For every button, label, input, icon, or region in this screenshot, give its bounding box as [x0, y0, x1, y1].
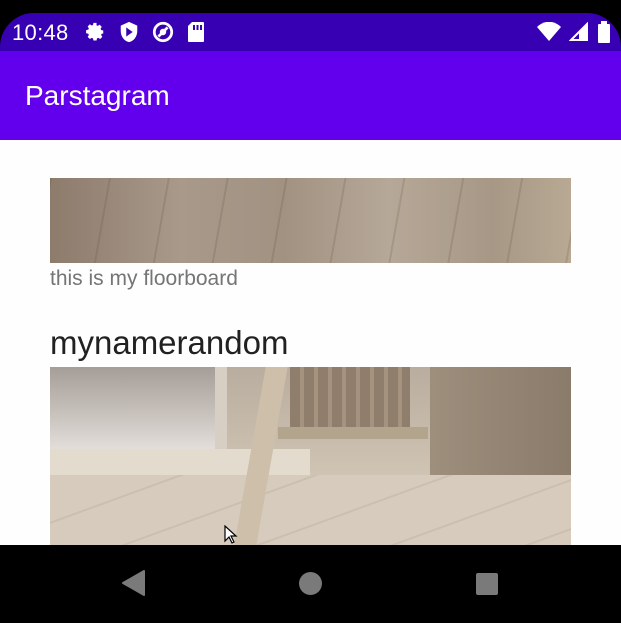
image-floor: [50, 475, 571, 545]
image-shelf: [278, 427, 428, 439]
app-title: Parstagram: [25, 80, 170, 111]
status-icons-left: [84, 21, 205, 48]
post-caption: this is my floorboard: [50, 267, 238, 290]
image-books: [290, 367, 410, 427]
wifi-icon: [537, 21, 561, 47]
status-bar: 10:48: [0, 13, 621, 51]
shield-play-icon: [119, 21, 139, 48]
post-username: mynamerandom: [50, 324, 289, 361]
post-image-floorboard[interactable]: [50, 178, 571, 263]
back-icon[interactable]: [120, 569, 146, 602]
status-time: 10:48: [12, 20, 69, 45]
post-image-room[interactable]: [50, 367, 571, 545]
sd-card-icon: [187, 21, 205, 48]
app-bar: Parstagram: [0, 51, 621, 140]
home-icon[interactable]: [298, 571, 323, 601]
navigation-bar: [0, 545, 621, 623]
phone-screen: 10:48 Parstagram this is my floorboard m…: [0, 0, 621, 623]
image-window: [50, 367, 227, 457]
status-icons-right: [537, 21, 611, 48]
signal-icon: [568, 21, 589, 47]
battery-icon: [597, 21, 611, 48]
feed-list[interactable]: this is my floorboard mynamerandom: [0, 140, 621, 545]
at-sign-icon: [152, 21, 174, 48]
recents-icon[interactable]: [475, 572, 499, 601]
settings-icon: [84, 21, 106, 48]
